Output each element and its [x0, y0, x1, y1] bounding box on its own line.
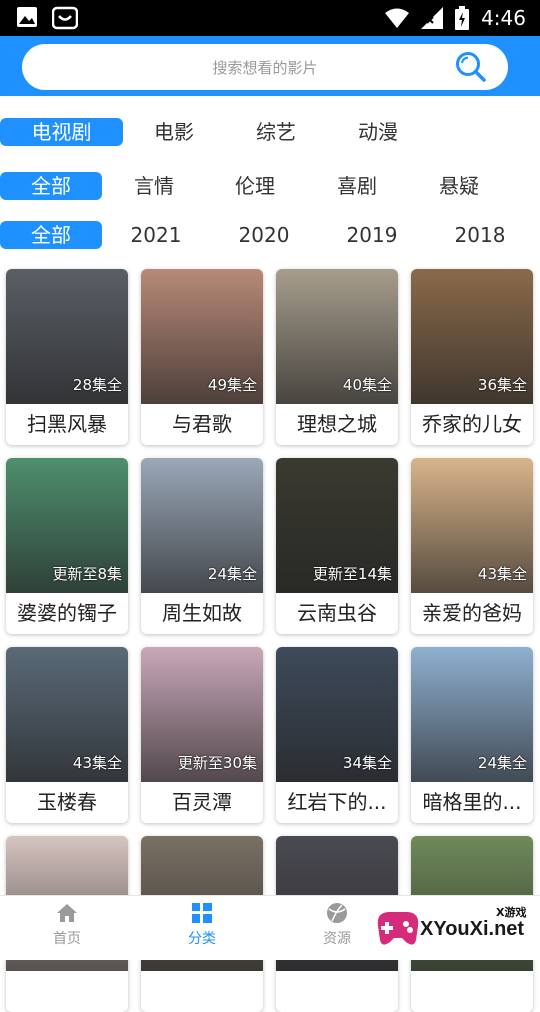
year-chip-2018[interactable]: 2018	[442, 221, 518, 249]
year-chip-all[interactable]: 全部	[0, 221, 102, 249]
header: 搜索想看的影片	[0, 36, 540, 96]
genre-chip-ethics[interactable]: 伦理	[219, 172, 291, 200]
episode-badge: 28集全	[72, 376, 122, 394]
episode-badge: 更新至30集	[177, 754, 257, 772]
show-card[interactable]: 24集全暗格里的...	[411, 647, 533, 823]
category-chip-movie[interactable]: 电影	[138, 118, 210, 146]
episode-badge: 24集全	[477, 754, 527, 772]
episode-badge: 43集全	[477, 565, 527, 583]
genre-chip-suspense[interactable]: 悬疑	[423, 172, 495, 200]
category-chip-anime[interactable]: 动漫	[342, 118, 414, 146]
show-title: 亲爱的爸妈	[422, 601, 522, 625]
show-title	[276, 971, 398, 1012]
show-card[interactable]: 更新至14集云南虫谷	[276, 458, 398, 634]
gamepad-icon	[377, 912, 419, 945]
wifi-icon	[385, 8, 410, 28]
year-chip-2019[interactable]: 2019	[334, 221, 410, 249]
show-title	[6, 971, 128, 1012]
show-title	[411, 971, 533, 1012]
search-input[interactable]: 搜索想看的影片	[22, 44, 508, 90]
show-title: 与君歌	[172, 412, 232, 436]
show-title: 百灵潭	[172, 790, 232, 814]
status-time: 4:46	[481, 6, 526, 30]
year-chip-2021[interactable]: 2021	[118, 221, 194, 249]
category-chip-variety[interactable]: 综艺	[240, 118, 312, 146]
tab-resources[interactable]: 资源	[297, 902, 377, 948]
grid-icon	[192, 903, 212, 923]
tab-category-label: 分类	[188, 931, 216, 947]
show-title: 红岩下的...	[287, 790, 387, 814]
signal-icon	[421, 7, 444, 29]
year-filter: 全部 2021 2020 2019 2018	[0, 220, 540, 250]
show-title: 暗格里的...	[422, 790, 522, 814]
show-card[interactable]: 43集全亲爱的爸妈	[411, 458, 533, 634]
show-title: 乔家的儿女	[422, 412, 522, 436]
show-title: 理想之城	[297, 412, 377, 436]
episode-badge: 更新至14集	[312, 565, 392, 583]
genre-chip-romance[interactable]: 言情	[118, 172, 190, 200]
show-title: 玉楼春	[37, 790, 97, 814]
episode-badge: 更新至8集	[52, 565, 122, 583]
search-icon[interactable]	[454, 50, 488, 84]
genre-chip-all[interactable]: 全部	[0, 172, 102, 200]
search-placeholder: 搜索想看的影片	[212, 58, 318, 77]
show-card[interactable]: 40集全理想之城	[276, 269, 398, 445]
episode-badge: 36集全	[477, 376, 527, 394]
episode-badge: 49集全	[207, 376, 257, 394]
show-title	[141, 971, 263, 1012]
watermark: X游戏 XYouXi.net	[372, 900, 532, 956]
status-bar: 4:46	[0, 0, 540, 36]
show-card[interactable]: 更新至8集婆婆的镯子	[6, 458, 128, 634]
genre-filter: 全部 言情 伦理 喜剧 悬疑	[0, 171, 540, 201]
tab-home[interactable]: 首页	[27, 902, 107, 948]
show-card[interactable]: 49集全与君歌	[141, 269, 263, 445]
tab-category[interactable]: 分类	[162, 902, 242, 948]
episode-badge: 40集全	[342, 376, 392, 394]
show-title: 云南虫谷	[297, 601, 377, 625]
show-card[interactable]: 更新至30集百灵潭	[141, 647, 263, 823]
show-title: 扫黑风暴	[27, 412, 107, 436]
show-card[interactable]: 24集全周生如故	[141, 458, 263, 634]
app-icon	[52, 6, 78, 30]
genre-chip-comedy[interactable]: 喜剧	[321, 172, 393, 200]
battery-icon	[455, 6, 470, 30]
tab-resources-label: 资源	[323, 931, 351, 947]
episode-badge: 24集全	[207, 565, 257, 583]
show-card[interactable]: 28集全扫黑风暴	[6, 269, 128, 445]
watermark-text: XYouXi.net	[420, 918, 525, 940]
show-card[interactable]: 34集全红岩下的...	[276, 647, 398, 823]
show-card[interactable]: 36集全乔家的儿女	[411, 269, 533, 445]
episode-badge: 43集全	[72, 754, 122, 772]
show-card[interactable]: 43集全玉楼春	[6, 647, 128, 823]
category-chip-tv[interactable]: 电视剧	[0, 118, 123, 146]
show-title: 周生如故	[162, 601, 242, 625]
category-filter: 电视剧 电影 综艺 动漫	[0, 117, 540, 147]
year-chip-2020[interactable]: 2020	[226, 221, 302, 249]
image-icon	[17, 7, 37, 27]
show-title: 婆婆的镯子	[17, 601, 117, 625]
tab-home-label: 首页	[53, 931, 81, 947]
home-icon	[57, 904, 77, 922]
episode-badge: 34集全	[342, 754, 392, 772]
ball-icon	[327, 903, 347, 923]
